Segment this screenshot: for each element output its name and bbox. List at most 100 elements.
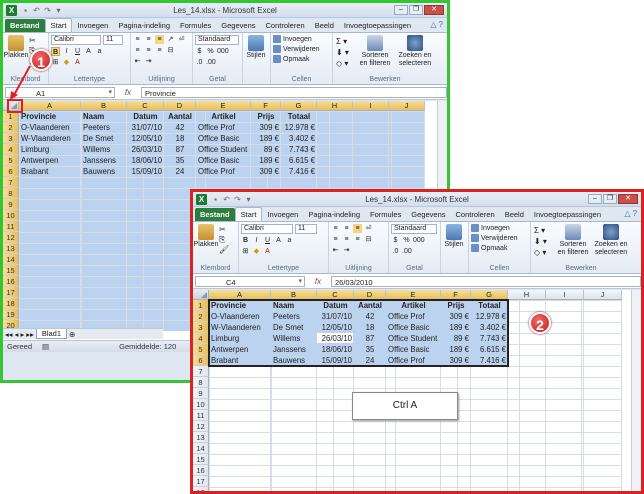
bold-button[interactable]: B — [241, 236, 250, 245]
data-cell[interactable]: 7.743 € — [471, 333, 508, 344]
formula-input[interactable]: 26/03/2010 — [331, 275, 641, 287]
data-cell[interactable]: Willems — [271, 333, 317, 344]
copy-icon[interactable]: ⎘ — [219, 235, 229, 245]
data-cell[interactable]: 6.615 € — [471, 344, 508, 355]
header-cell[interactable]: Provincie — [209, 300, 271, 311]
help-icon[interactable]: ? — [633, 209, 637, 218]
grow-font-icon[interactable]: A — [274, 236, 283, 245]
merge-icon[interactable]: ⊟ — [364, 235, 373, 244]
insert-cells-button[interactable]: Invoegen — [471, 224, 528, 232]
currency-icon[interactable]: $ — [391, 236, 400, 245]
data-cell[interactable]: Bauwens — [271, 355, 317, 366]
font-color-icon[interactable]: A — [263, 247, 272, 256]
row-header-13[interactable]: 13 — [193, 432, 209, 443]
data-cell[interactable]: 31/07/10 — [317, 311, 354, 322]
font-name-select[interactable]: Calibri — [241, 224, 293, 234]
comma-icon[interactable]: 000 — [413, 236, 425, 245]
row-header-9[interactable]: 9 — [193, 388, 209, 399]
row-header-18[interactable]: 18 — [193, 487, 209, 491]
data-cell[interactable]: Office Prof — [386, 355, 441, 366]
align-middle-icon[interactable]: ≡ — [342, 224, 351, 233]
data-cell[interactable]: Janssens — [271, 344, 317, 355]
header-cell[interactable]: Totaal — [471, 300, 508, 311]
data-cell[interactable]: 12.978 € — [471, 311, 508, 322]
find-select-button[interactable]: Zoeken en selecteren — [593, 224, 629, 257]
row-header-15[interactable]: 15 — [193, 454, 209, 465]
header-cell[interactable]: Prijs — [441, 300, 471, 311]
row-header-5[interactable]: 5 — [193, 344, 209, 355]
align-left-icon[interactable]: ≡ — [331, 235, 340, 244]
data-cell[interactable]: Antwerpen — [209, 344, 271, 355]
row-header-4[interactable]: 4 — [193, 333, 209, 344]
column-header-j[interactable]: J — [584, 290, 622, 300]
row-header-14[interactable]: 14 — [193, 443, 209, 454]
row-header-10[interactable]: 10 — [193, 399, 209, 410]
data-cell[interactable]: 189 € — [441, 344, 471, 355]
qat-dropdown-icon[interactable]: ▾ — [244, 195, 253, 204]
header-cell[interactable]: Artikel — [386, 300, 441, 311]
data-cell[interactable]: Office Prof — [386, 311, 441, 322]
font-size-select[interactable]: 11 — [295, 224, 317, 234]
data-cell[interactable]: 42 — [354, 311, 386, 322]
paste-button[interactable]: Plakken — [194, 224, 218, 248]
header-cell[interactable]: Naam — [271, 300, 317, 311]
data-cell[interactable]: Office Basic — [386, 344, 441, 355]
row-header-7[interactable]: 7 — [193, 366, 209, 377]
align-top-icon[interactable]: ≡ — [331, 224, 340, 233]
tab-gegevens[interactable]: Gegevens — [406, 208, 450, 221]
row-header-1[interactable]: 1 — [193, 300, 209, 311]
styles-button[interactable]: Stijlen — [443, 224, 465, 248]
save-icon[interactable]: ▪ — [211, 195, 220, 204]
indent-increase-icon[interactable]: ⇥ — [342, 246, 351, 255]
align-center-icon[interactable]: ≡ — [342, 235, 351, 244]
name-box[interactable]: C4 — [195, 275, 305, 287]
tab-beeld[interactable]: Beeld — [500, 208, 529, 221]
align-right-icon[interactable]: ≡ — [353, 235, 362, 244]
restore-button[interactable]: ❐ — [603, 194, 617, 204]
data-cell[interactable]: 35 — [354, 344, 386, 355]
fill-icon[interactable]: ⬇ ▾ — [534, 236, 547, 247]
tab-bestand[interactable]: Bestand — [195, 208, 235, 221]
row-header-3[interactable]: 3 — [193, 322, 209, 333]
italic-button[interactable]: I — [252, 236, 261, 245]
align-bottom-icon[interactable]: ≡ — [353, 224, 362, 233]
data-cell[interactable]: 189 € — [441, 322, 471, 333]
format-painter-icon[interactable]: 🖌 — [219, 245, 229, 255]
tab-formules[interactable]: Formules — [365, 208, 406, 221]
cut-icon[interactable]: ✂ — [219, 225, 229, 235]
fx-icon[interactable]: fx — [309, 277, 327, 286]
data-cell[interactable]: 87 — [354, 333, 386, 344]
undo-icon[interactable]: ↶ — [222, 195, 231, 204]
data-cell[interactable]: De Smet — [271, 322, 317, 333]
row-header-8[interactable]: 8 — [193, 377, 209, 388]
indent-decrease-icon[interactable]: ⇤ — [331, 246, 340, 255]
delete-cells-button[interactable]: Verwijderen — [471, 234, 528, 242]
minimize-button[interactable]: – — [588, 194, 602, 204]
format-cells-button[interactable]: Opmaak — [471, 244, 528, 252]
data-cell[interactable]: 26/03/10 — [317, 333, 354, 344]
row-header-16[interactable]: 16 — [193, 465, 209, 476]
data-cell[interactable]: Peeters — [271, 311, 317, 322]
column-header-i[interactable]: I — [546, 290, 584, 300]
data-cell[interactable]: 3.402 € — [471, 322, 508, 333]
data-cell[interactable]: 15/09/10 — [317, 355, 354, 366]
data-cell[interactable]: 24 — [354, 355, 386, 366]
clear-icon[interactable]: ◇ ▾ — [534, 247, 547, 258]
row-header-17[interactable]: 17 — [193, 476, 209, 487]
column-header-h[interactable]: H — [508, 290, 546, 300]
redo-icon[interactable]: ↷ — [233, 195, 242, 204]
close-button[interactable]: ✕ — [618, 194, 638, 204]
autosum-icon[interactable]: Σ ▾ — [534, 225, 547, 236]
tab-controleren[interactable]: Controleren — [451, 208, 500, 221]
wrap-text-icon[interactable]: ⏎ — [364, 224, 373, 233]
tab-start[interactable]: Start — [234, 207, 263, 221]
vertical-scrollbar[interactable] — [631, 290, 641, 491]
data-cell[interactable]: 89 € — [441, 333, 471, 344]
row-header-6[interactable]: 6 — [193, 355, 209, 366]
data-cell[interactable]: 12/05/10 — [317, 322, 354, 333]
data-cell[interactable]: 309 € — [441, 311, 471, 322]
fill-color-icon[interactable]: ◆ — [252, 247, 261, 256]
decrease-decimal-icon[interactable]: .00 — [402, 247, 412, 256]
data-cell[interactable]: O-Vlaanderen — [209, 311, 271, 322]
underline-button[interactable]: U — [263, 236, 272, 245]
